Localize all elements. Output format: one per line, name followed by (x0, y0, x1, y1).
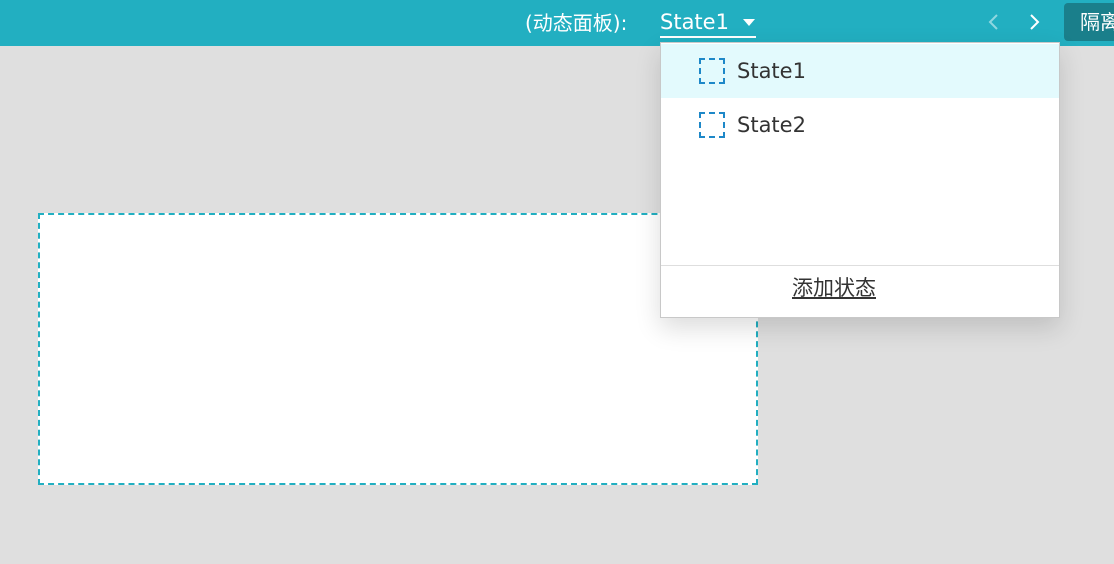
add-state-container: 添加状态 (787, 273, 881, 303)
state-item-label: State1 (737, 59, 806, 83)
isolate-button[interactable]: 隔离 (1064, 3, 1114, 41)
dashed-square-icon (699, 112, 725, 138)
previous-state-button[interactable] (981, 9, 1007, 35)
caret-down-icon (743, 19, 755, 26)
chevron-left-icon (988, 14, 998, 30)
dynamic-panel-canvas[interactable] (38, 213, 758, 485)
chevron-right-icon (1030, 14, 1040, 30)
dashed-square-icon (699, 58, 725, 84)
state-select-value: State1 (660, 10, 729, 34)
state-item-label: State2 (737, 113, 806, 137)
state-dropdown-menu: State1 State2 添加状态 (660, 42, 1060, 318)
state-item-state1[interactable]: State1 (661, 44, 1059, 98)
state-select[interactable]: State1 (660, 6, 756, 38)
state-item-state2[interactable]: State2 (661, 98, 1059, 152)
top-toolbar: (动态面板): State1 隔离 (0, 0, 1114, 46)
dynamic-panel-label: (动态面板): (525, 11, 628, 35)
add-state-link[interactable]: 添加状态 (792, 276, 876, 300)
dropdown-divider (661, 265, 1059, 266)
next-state-button[interactable] (1021, 9, 1047, 35)
